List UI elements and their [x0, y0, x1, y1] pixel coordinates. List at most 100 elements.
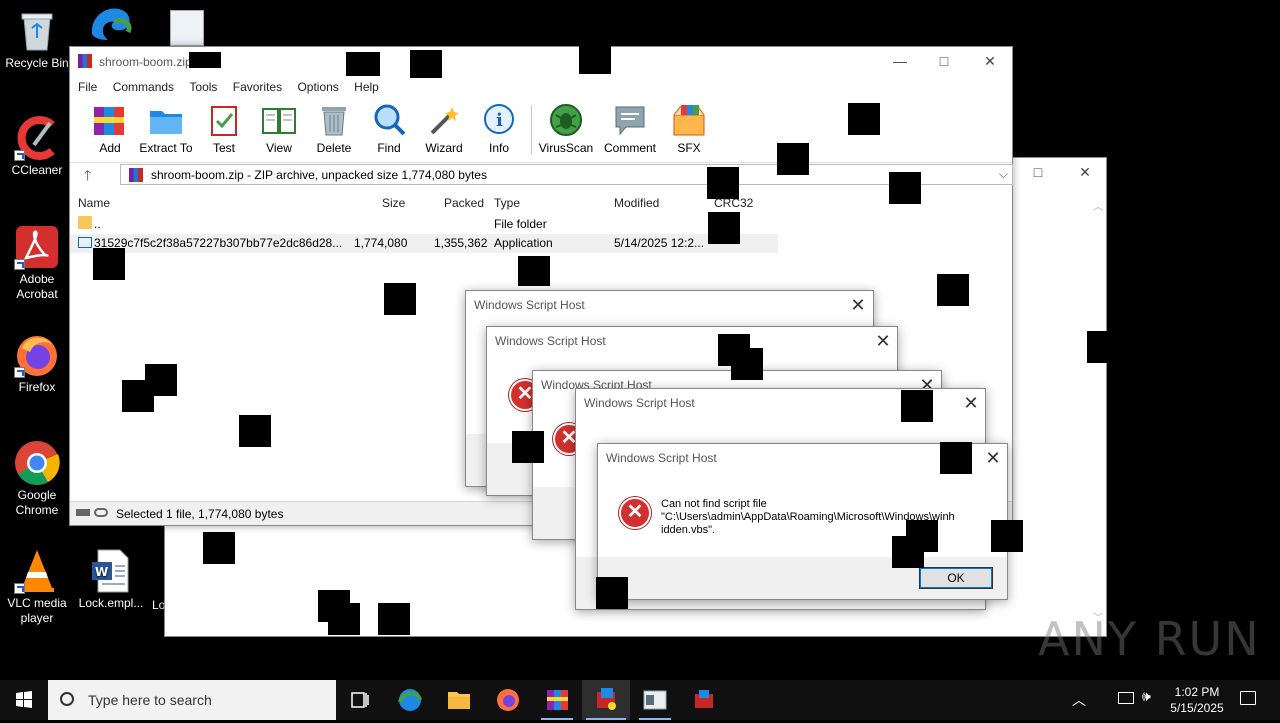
search-input[interactable]: Type here to search	[48, 680, 336, 720]
winrar-taskbar-icon[interactable]	[533, 680, 581, 720]
column-size[interactable]: Size	[382, 196, 405, 210]
redaction-block	[410, 50, 442, 78]
desktop-icon-vlc[interactable]: VLC media player	[0, 548, 74, 626]
minimize-icon[interactable]: —	[890, 53, 910, 71]
redaction-block	[937, 274, 969, 306]
word-document-icon: W	[88, 548, 134, 594]
toolbar-info-button[interactable]: i Info	[469, 103, 529, 155]
menu-help[interactable]: Help	[354, 80, 379, 94]
file-explorer-icon[interactable]	[435, 680, 483, 720]
redaction-block	[378, 603, 410, 635]
close-icon[interactable]: ✕	[980, 53, 1000, 71]
desktop-icon-ccleaner[interactable]: CCleaner	[0, 115, 74, 178]
volume-icon[interactable]: 🕪	[1142, 688, 1151, 705]
clock-time: 1:02 PM	[1174, 685, 1220, 699]
ok-button[interactable]: OK	[919, 567, 993, 589]
menubar: File Commands Tools Favorites Options He…	[70, 77, 1012, 97]
close-icon[interactable]: ✕	[873, 332, 893, 352]
toolbar-extract-to-button[interactable]: Extract To	[136, 103, 196, 155]
desktop-icon-google-chrome[interactable]: Google Chrome	[0, 440, 74, 518]
recycle-bin-icon	[14, 8, 60, 54]
document-desktop-icon[interactable]	[170, 10, 204, 46]
sfx-box-icon	[671, 103, 707, 137]
toolbar-test-button[interactable]: Test	[194, 103, 254, 155]
redaction-block	[346, 52, 380, 76]
up-arrow-icon[interactable]: 🡑	[84, 165, 91, 189]
key-icon	[94, 508, 108, 517]
add-archive-icon	[92, 103, 128, 137]
comment-bubble-icon	[612, 103, 648, 137]
desktop-icon-adobe-acrobat[interactable]: Adobe Acrobat	[0, 224, 74, 302]
close-icon[interactable]: ✕	[961, 394, 981, 414]
edge-taskbar-icon[interactable]	[386, 680, 434, 720]
network-icon[interactable]	[1118, 692, 1134, 704]
folder-up-icon	[78, 216, 92, 229]
virus-bug-icon	[548, 103, 584, 137]
toolbar-delete-button[interactable]: Delete	[304, 103, 364, 155]
maximize-icon[interactable]: □	[1028, 164, 1048, 182]
desktop-icon-lock-document[interactable]: W Lock.empl...	[74, 548, 148, 611]
toolbar-comment-button[interactable]: Comment	[600, 103, 660, 155]
redaction-block	[93, 248, 125, 280]
menu-file[interactable]: File	[78, 80, 97, 94]
svg-text:i: i	[496, 110, 503, 131]
edge-desktop-icon[interactable]	[88, 4, 134, 44]
app-taskbar-icon[interactable]	[680, 680, 728, 720]
address-field[interactable]: shroom-boom.zip - ZIP archive, unpacked …	[120, 164, 1013, 185]
redaction-block	[777, 143, 809, 175]
desktop-icon-firefox[interactable]: Firefox	[0, 332, 74, 395]
column-type[interactable]: Type	[494, 196, 520, 210]
redaction-block	[596, 577, 628, 609]
scrollbar-vertical[interactable]: ︿ ﹀	[1090, 198, 1106, 628]
toolbar-find-button[interactable]: Find	[359, 103, 419, 155]
toolbar-sfx-button[interactable]: SFX	[659, 103, 719, 155]
window-title: shroom-boom.zip	[99, 55, 192, 69]
redaction-block	[328, 603, 360, 635]
task-view-icon[interactable]	[336, 680, 384, 720]
folder-icon	[148, 103, 184, 137]
close-icon[interactable]: ✕	[848, 296, 868, 316]
desktop-icon-recycle-bin[interactable]: Recycle Bin	[0, 8, 74, 71]
redaction-block	[901, 390, 933, 422]
archive-icon	[129, 168, 143, 182]
toolbar-view-button[interactable]: View	[249, 103, 309, 155]
start-button[interactable]	[0, 680, 48, 720]
menu-favorites[interactable]: Favorites	[233, 80, 282, 94]
menu-tools[interactable]: Tools	[189, 80, 217, 94]
column-modified[interactable]: Modified	[614, 196, 659, 210]
redaction-block	[239, 415, 271, 447]
desktop-icon-label: Lock.empl...	[78, 596, 144, 610]
trash-icon	[316, 103, 352, 137]
winrar-app-icon	[78, 54, 92, 68]
maximize-icon[interactable]: □	[934, 53, 954, 71]
firefox-taskbar-icon[interactable]	[484, 680, 532, 720]
desktop-icon-label: Firefox	[18, 380, 56, 394]
dialog-title: Windows Script Host	[474, 298, 585, 312]
script-host-taskbar-icon[interactable]	[582, 680, 630, 720]
toolbar-wizard-button[interactable]: Wizard	[414, 103, 474, 155]
redaction-block	[1087, 331, 1119, 363]
clipboard-check-icon	[206, 103, 242, 137]
column-name[interactable]: Name	[78, 196, 110, 210]
notification-icon[interactable]	[1240, 691, 1256, 705]
close-icon[interactable]: ✕	[983, 449, 1003, 469]
address-bar[interactable]: 🡑 shroom-boom.zip - ZIP archive, unpacke…	[70, 162, 1013, 189]
book-icon	[261, 103, 297, 137]
search-placeholder: Type here to search	[88, 692, 212, 708]
column-packed[interactable]: Packed	[444, 196, 484, 210]
ccleaner-icon	[14, 115, 60, 161]
clock[interactable]: 1:02 PM 5/15/2025	[1162, 684, 1232, 716]
window-taskbar-icon[interactable]	[631, 680, 679, 720]
close-icon[interactable]: ✕	[1075, 164, 1095, 182]
chevron-down-icon[interactable]: ⌵	[999, 167, 1008, 182]
menu-options[interactable]: Options	[297, 80, 338, 94]
redaction-block	[707, 167, 739, 199]
status-text: Selected 1 file, 1,774,080 bytes	[116, 507, 284, 521]
menu-commands[interactable]: Commands	[113, 80, 174, 94]
redaction-block	[940, 442, 972, 474]
toolbar-virusscan-button[interactable]: VirusScan	[536, 103, 596, 155]
redaction-block	[708, 212, 740, 244]
toolbar-add-button[interactable]: Add	[80, 103, 140, 155]
chevron-up-icon[interactable]: ︿	[1072, 690, 1086, 710]
shortcut-arrow-icon	[14, 259, 25, 270]
